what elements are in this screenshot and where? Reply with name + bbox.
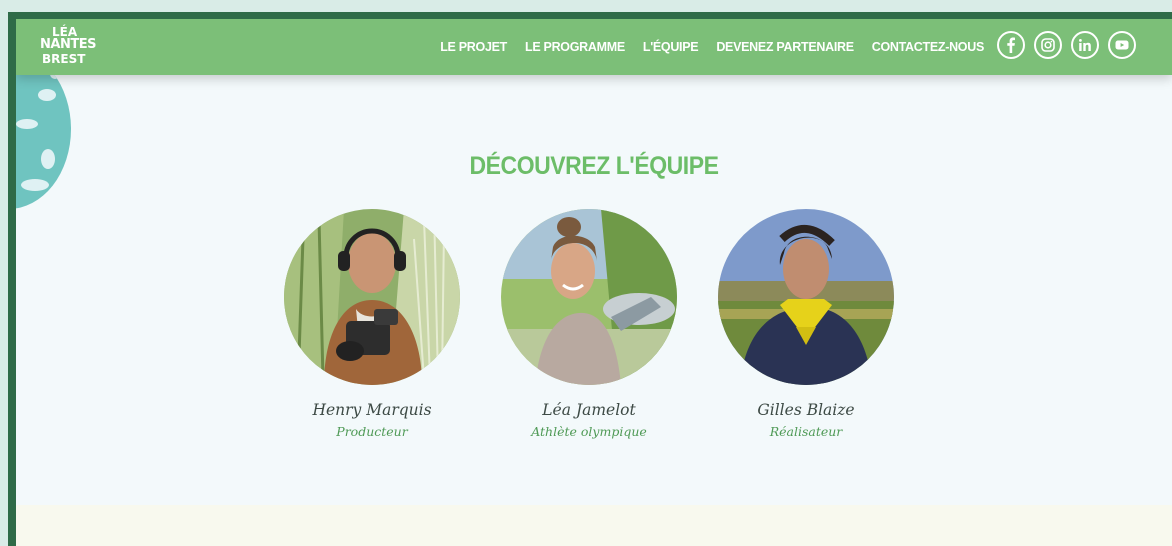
facebook-icon[interactable] bbox=[997, 31, 1025, 59]
nav-link-contact[interactable]: CONTACTEZ-NOUS bbox=[872, 40, 985, 54]
member-name: Henry Marquis bbox=[312, 401, 432, 419]
member-role: Producteur bbox=[336, 424, 408, 439]
member-role: Athlète olympique bbox=[531, 424, 647, 439]
member-name: Léa Jamelot bbox=[542, 401, 636, 419]
logo-line-3: BREST bbox=[42, 52, 86, 66]
member-photo-lea[interactable] bbox=[501, 209, 677, 385]
nav-link-projet[interactable]: LE PROJET bbox=[440, 40, 507, 54]
section-title: DÉCOUVREZ L'ÉQUIPE bbox=[469, 152, 719, 180]
linkedin-icon[interactable] bbox=[1071, 31, 1099, 59]
member-photo-gilles[interactable] bbox=[718, 209, 894, 385]
instagram-icon[interactable] bbox=[1034, 31, 1062, 59]
navbar: LÉA NANTES BREST LE PROJET LE PROGRAMME … bbox=[16, 19, 1172, 75]
nav-link-partenaire[interactable]: DEVENEZ PARTENAIRE bbox=[716, 40, 854, 54]
youtube-icon[interactable] bbox=[1108, 31, 1136, 59]
team-member-card: Gilles Blaize Réalisateur bbox=[718, 209, 894, 439]
member-photo-henry[interactable] bbox=[284, 209, 460, 385]
member-name: Gilles Blaize bbox=[757, 401, 855, 419]
member-role: Réalisateur bbox=[769, 424, 843, 439]
next-section-band bbox=[16, 505, 1172, 546]
nav-link-equipe[interactable]: L'ÉQUIPE bbox=[643, 40, 699, 54]
team-member-card: Léa Jamelot Athlète olympique bbox=[501, 209, 677, 439]
page: LÉA NANTES BREST LE PROJET LE PROGRAMME … bbox=[16, 19, 1172, 546]
nav-link-programme[interactable]: LE PROGRAMME bbox=[525, 40, 625, 54]
team-member-card: Henry Marquis Producteur bbox=[284, 209, 460, 439]
social-links bbox=[997, 31, 1136, 59]
nav-menu: LE PROJET LE PROGRAMME L'ÉQUIPE DEVENEZ … bbox=[440, 19, 984, 75]
site-logo[interactable]: LÉA NANTES BREST bbox=[40, 25, 96, 69]
logo-line-2: NANTES bbox=[40, 37, 96, 52]
